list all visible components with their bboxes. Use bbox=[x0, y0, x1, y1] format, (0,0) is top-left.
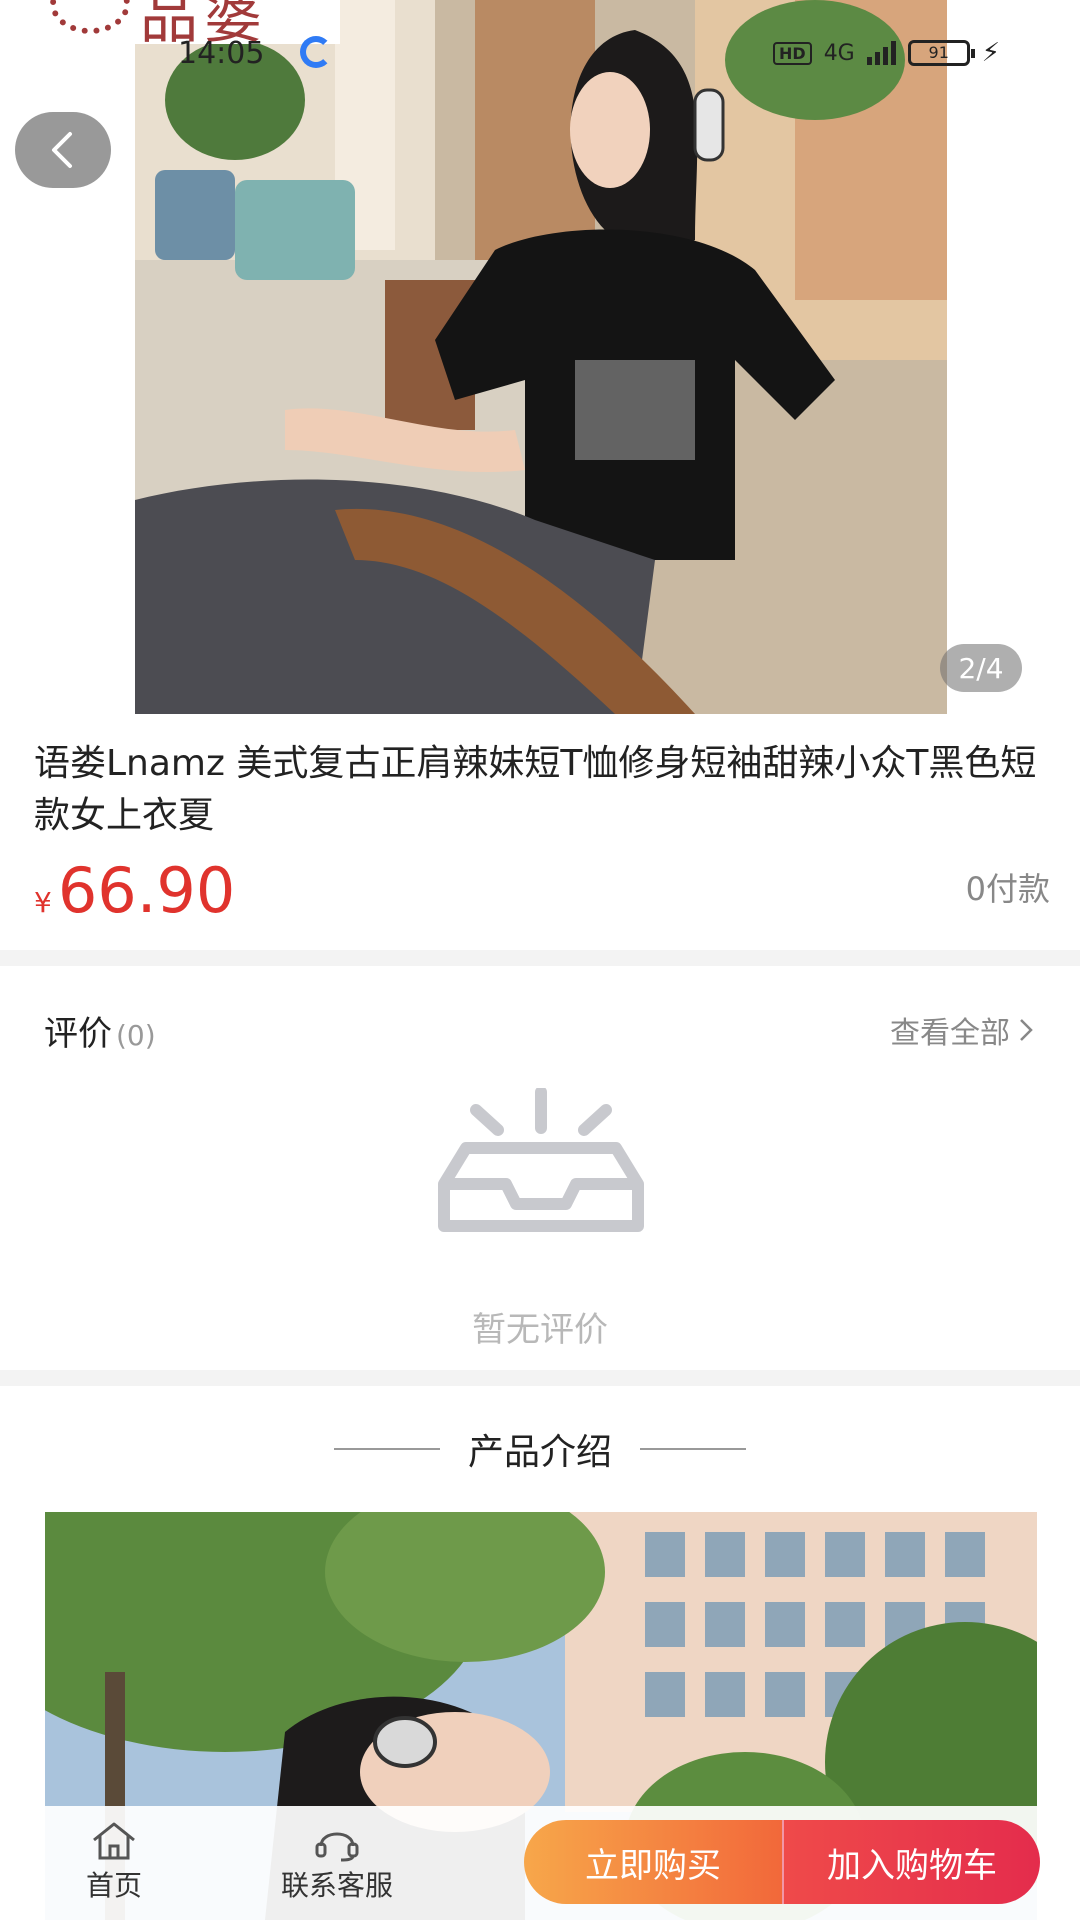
intro-title: 产品介绍 bbox=[467, 1432, 612, 1473]
status-bar: 14:05 HD 4G 91 ⚡ bbox=[0, 30, 1080, 76]
home-icon bbox=[93, 1822, 135, 1860]
view-all-label: 查看全部 bbox=[890, 1016, 1010, 1051]
chevron-left-icon bbox=[52, 132, 72, 168]
charging-icon: ⚡ bbox=[981, 38, 1000, 68]
divider-line bbox=[640, 1448, 746, 1450]
battery-level: 91 bbox=[928, 43, 949, 62]
logo-mark-icon bbox=[50, 0, 130, 34]
status-indicators: HD 4G 91 ⚡ bbox=[773, 38, 1000, 68]
headset-icon bbox=[315, 1832, 359, 1862]
back-button[interactable] bbox=[15, 112, 111, 188]
bottom-action-bar: 首页 联系客服 立即购买 加入购物车 bbox=[0, 1806, 1080, 1920]
intro-header: 产品介绍 bbox=[0, 1386, 1080, 1512]
battery-icon: 91 bbox=[907, 40, 975, 66]
home-label: 首页 bbox=[85, 1869, 142, 1902]
hd-icon: HD bbox=[773, 41, 812, 65]
add-to-cart-button[interactable]: 加入购物车 bbox=[782, 1820, 1040, 1904]
service-label: 联系客服 bbox=[280, 1869, 393, 1902]
sold-count: 0付款 bbox=[965, 870, 1050, 908]
gallery-pager: 2/4 bbox=[940, 644, 1022, 692]
buy-now-button[interactable]: 立即购买 bbox=[524, 1820, 782, 1904]
reviews-section: 评价 (0) 查看全部 暂无评价 bbox=[0, 966, 1080, 1370]
network-type: 4G bbox=[823, 40, 855, 66]
signal-icon bbox=[866, 41, 896, 65]
section-divider bbox=[0, 950, 1080, 966]
contact-service-button[interactable]: 联系客服 bbox=[262, 1820, 412, 1904]
product-price: ¥66.90 bbox=[34, 854, 235, 927]
reviews-title: 评价 bbox=[44, 1014, 112, 1054]
price-currency: ¥ bbox=[34, 886, 52, 919]
status-time: 14:05 bbox=[178, 36, 265, 71]
product-photo[interactable] bbox=[135, 0, 947, 714]
divider-line bbox=[333, 1448, 440, 1450]
app-notification-icon bbox=[300, 36, 332, 68]
product-info: 语娄Lnamz 美式复古正肩辣妹短T恤修身短袖甜辣小众T黑色短款女上衣夏 ¥66… bbox=[0, 714, 1080, 950]
view-all-reviews-link[interactable]: 查看全部 bbox=[890, 1008, 1034, 1052]
empty-reviews-text: 暂无评价 bbox=[472, 1310, 608, 1350]
reviews-heading: 评价 (0) bbox=[44, 1006, 156, 1055]
product-title: 语娄Lnamz 美式复古正肩辣妹短T恤修身短袖甜辣小众T黑色短款女上衣夏 bbox=[34, 743, 1037, 836]
price-value: 66.90 bbox=[57, 854, 236, 927]
product-gallery[interactable]: 品婆 14:05 HD 4G 91 ⚡ 2/4 bbox=[0, 0, 1080, 714]
chevron-right-icon bbox=[1020, 1019, 1033, 1041]
section-divider bbox=[0, 1370, 1080, 1386]
reviews-count: (0) bbox=[116, 1019, 156, 1052]
empty-inbox-icon bbox=[438, 1088, 644, 1232]
home-button[interactable]: 首页 bbox=[64, 1820, 164, 1904]
